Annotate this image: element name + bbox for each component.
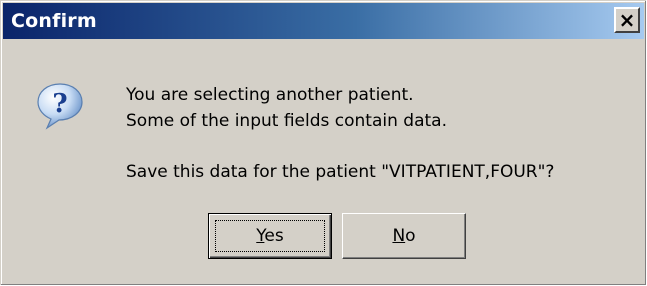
message-line-2: Some of the input fields contain data. xyxy=(126,111,447,131)
message-line-1: You are selecting another patient. xyxy=(126,85,414,105)
yes-button[interactable]: Yes xyxy=(208,213,332,259)
question-icon: ? xyxy=(37,83,83,130)
close-icon: × xyxy=(618,8,636,32)
no-button[interactable]: No xyxy=(342,213,466,259)
confirm-dialog: Confirm × ? You are selecting another pa… xyxy=(0,0,646,285)
yes-button-label: Yes xyxy=(256,226,284,246)
no-button-label: No xyxy=(392,226,416,246)
message-line-3: Save this data for the patient "VITPATIE… xyxy=(126,162,555,182)
dialog-title: Confirm xyxy=(11,10,97,32)
question-mark: ? xyxy=(52,89,67,119)
title-bar[interactable]: Confirm × xyxy=(3,3,644,39)
close-button[interactable]: × xyxy=(614,7,640,33)
